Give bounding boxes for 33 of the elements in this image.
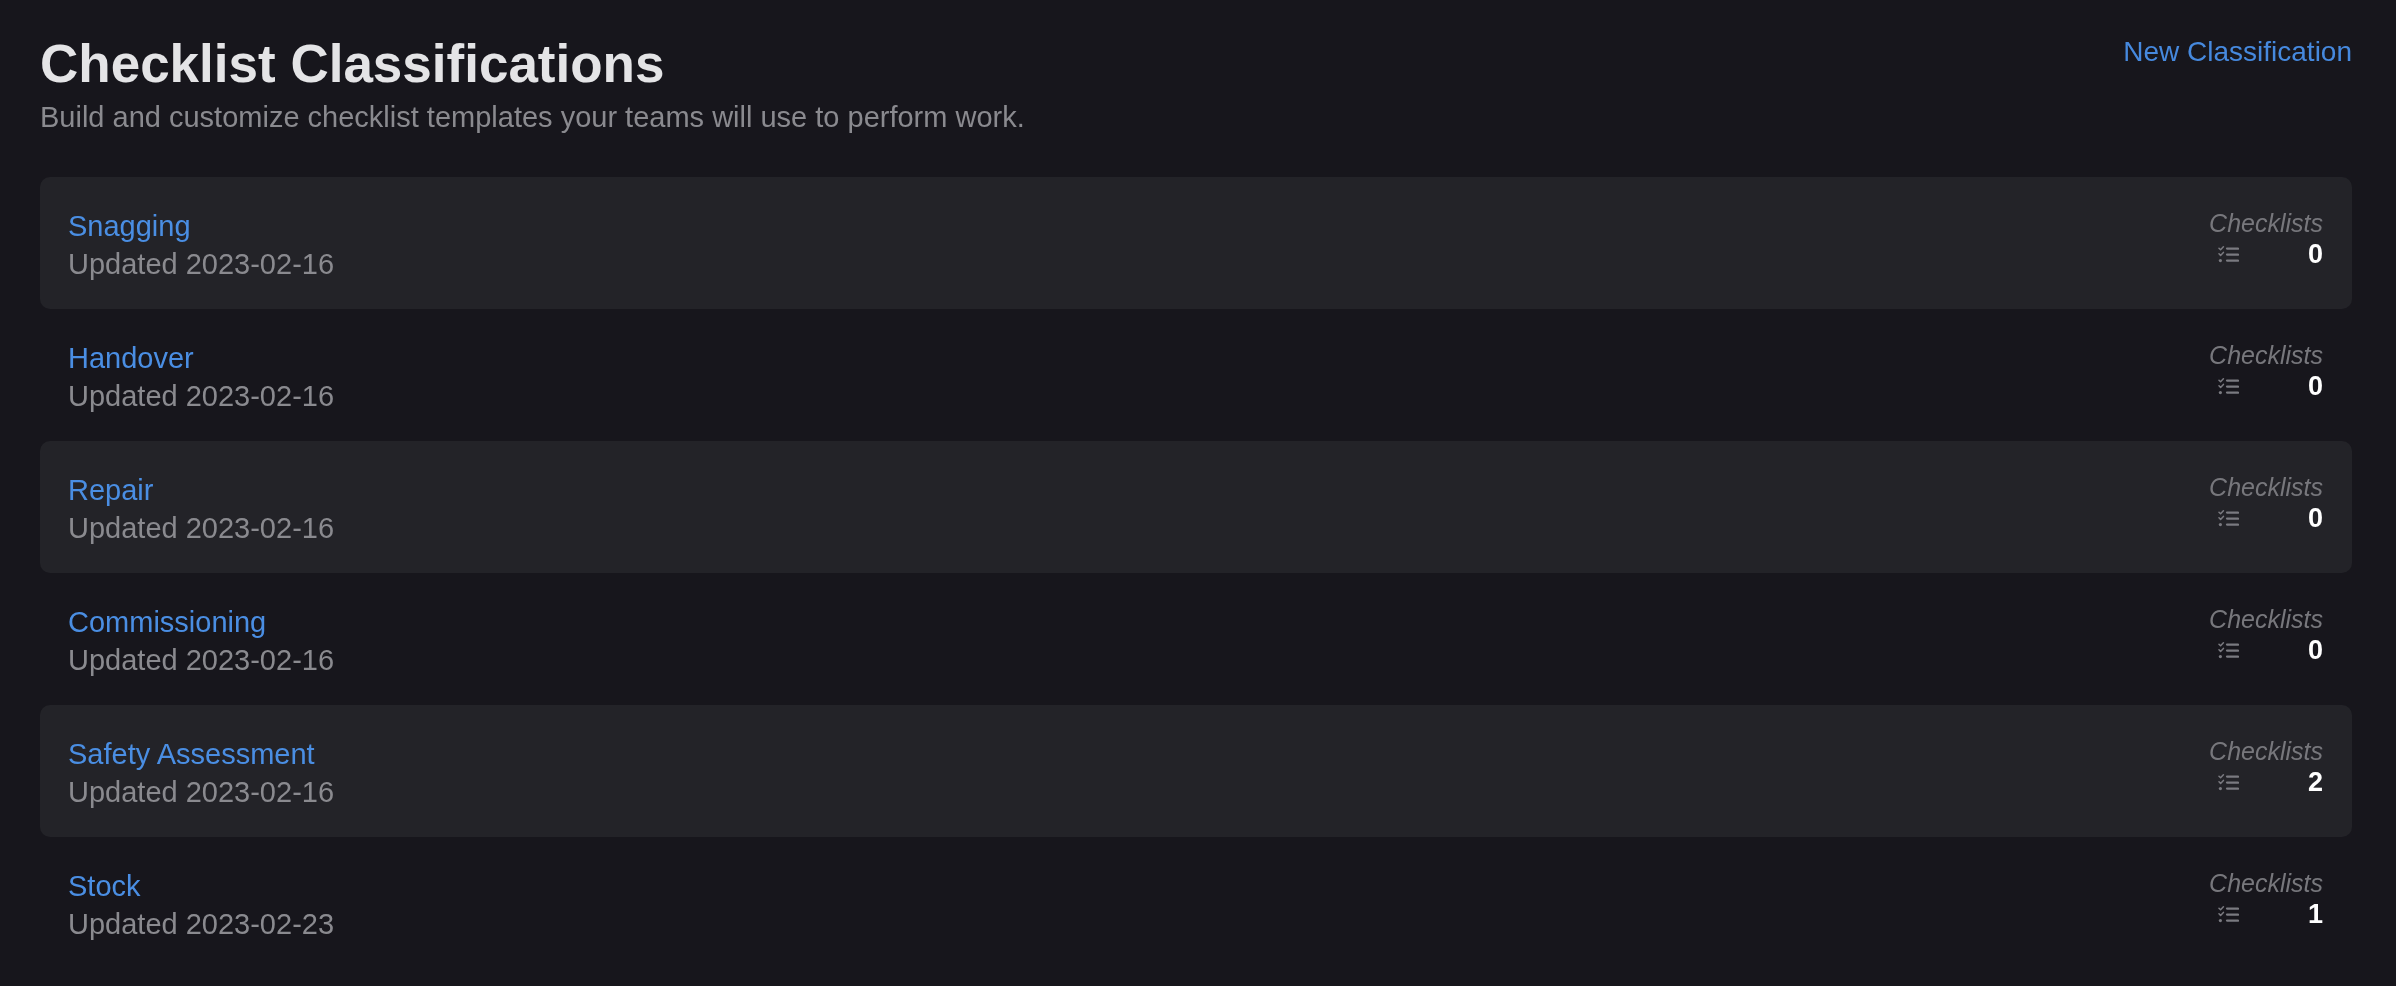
checklist-count: 0 bbox=[2307, 634, 2323, 666]
checklist-icon bbox=[2218, 905, 2240, 923]
checklist-count: 0 bbox=[2307, 370, 2323, 402]
classification-link[interactable]: Snagging bbox=[68, 207, 191, 245]
updated-date: Updated 2023-02-16 bbox=[68, 643, 335, 678]
checklist-icon bbox=[2218, 641, 2240, 659]
checklist-icon bbox=[2218, 773, 2240, 791]
checklists-label: Checklists bbox=[2209, 868, 2323, 898]
checklist-icon bbox=[2218, 377, 2240, 395]
updated-date: Updated 2023-02-16 bbox=[68, 775, 335, 810]
classification-link[interactable]: Safety Assessment bbox=[68, 735, 315, 773]
classification-link[interactable]: Stock bbox=[68, 867, 141, 905]
checklist-icon bbox=[2218, 509, 2240, 527]
updated-date: Updated 2023-02-16 bbox=[68, 511, 335, 546]
updated-date: Updated 2023-02-16 bbox=[68, 247, 335, 282]
updated-date: Updated 2023-02-16 bbox=[68, 379, 335, 414]
checklists-label: Checklists bbox=[2209, 604, 2323, 634]
classification-link[interactable]: Repair bbox=[68, 471, 154, 509]
classification-link[interactable]: Handover bbox=[68, 339, 194, 377]
classification-link[interactable]: Commissioning bbox=[68, 603, 267, 641]
checklist-count: 1 bbox=[2307, 898, 2323, 930]
page-subtitle: Build and customize checklist templates your teams will use to perform work. bbox=[40, 101, 1025, 134]
checklists-label: Checklists bbox=[2209, 472, 2323, 502]
checklist-count: 2 bbox=[2307, 766, 2323, 798]
page-title: Checklist Classifications bbox=[40, 34, 665, 93]
checklists-label: Checklists bbox=[2209, 736, 2323, 766]
checklist-count: 0 bbox=[2307, 238, 2323, 270]
checklists-label: Checklists bbox=[2209, 208, 2323, 238]
new-classification-link[interactable]: New Classification bbox=[2123, 36, 2352, 68]
checklists-label: Checklists bbox=[2209, 340, 2323, 370]
updated-date: Updated 2023-02-23 bbox=[68, 907, 335, 942]
checklist-icon bbox=[2218, 245, 2240, 263]
checklist-count: 0 bbox=[2307, 502, 2323, 534]
